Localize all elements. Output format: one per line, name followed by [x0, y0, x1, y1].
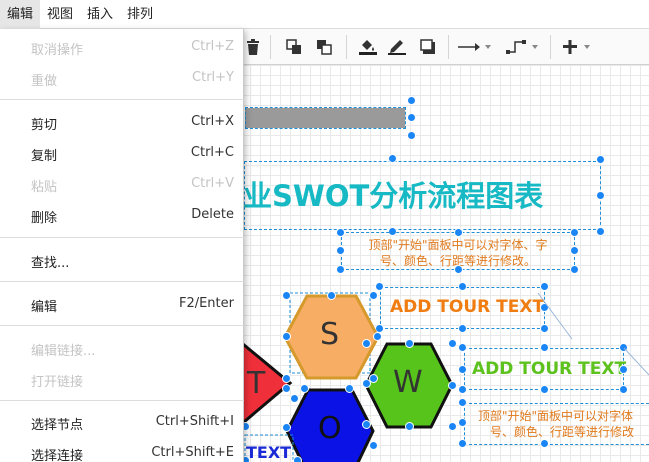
selection-handle[interactable]	[362, 339, 371, 348]
menu-item-shortcut: Ctrl+Shift+I	[155, 414, 234, 429]
selection-handle[interactable]	[282, 423, 291, 432]
delete-icon[interactable]	[244, 36, 262, 58]
hex-s-label: S	[320, 317, 340, 352]
selection-handle[interactable]	[362, 379, 371, 388]
selection-handle[interactable]	[448, 422, 457, 431]
edit-dropdown-menu: 取消操作 Ctrl+Z 重做 Ctrl+Y 剪切 Ctrl+X 复制 Ctrl+…	[0, 29, 244, 462]
menu-item-label: 编辑	[31, 300, 58, 315]
menu-item-select-vertices[interactable]: 选择节点 Ctrl+Shift+I	[0, 409, 244, 437]
menu-item-select-edges[interactable]: 选择连接 Ctrl+Shift+E	[0, 440, 244, 462]
fill-color-icon[interactable]	[358, 36, 378, 58]
menu-item-label: 查找...	[31, 256, 70, 271]
to-front-icon[interactable]	[284, 36, 304, 58]
selection-handle[interactable]	[405, 422, 414, 431]
menu-item-label: 粘贴	[31, 180, 58, 195]
hex-t-label: T	[247, 366, 266, 401]
menu-view[interactable]: 视图	[40, 0, 80, 29]
selection-handle[interactable]	[448, 339, 457, 348]
menubar: 编辑 视图 插入 排列	[0, 0, 649, 29]
menu-item-shortcut: Ctrl+V	[191, 176, 234, 191]
toolbar-separator	[550, 35, 551, 59]
menu-item-label: 打开链接	[31, 375, 84, 390]
menu-divider	[0, 400, 244, 401]
menu-arrange[interactable]: 排列	[120, 0, 160, 29]
selection-handle[interactable]	[282, 384, 291, 393]
menu-item-label: 复制	[31, 149, 58, 164]
selection-handle[interactable]	[369, 441, 378, 450]
menu-item-label: 删除	[31, 211, 58, 226]
selection-handle[interactable]	[293, 456, 302, 462]
menu-insert[interactable]: 插入	[80, 0, 120, 29]
menu-item-label: 重做	[31, 74, 58, 89]
menu-item-label: 选择节点	[31, 418, 84, 433]
menu-item-find[interactable]: 查找...	[0, 247, 244, 275]
selection-handle[interactable]	[448, 381, 457, 390]
menu-item-redo[interactable]: 重做 Ctrl+Y	[0, 65, 244, 93]
menu-divider	[0, 237, 244, 238]
menu-item-paste[interactable]: 粘贴 Ctrl+V	[0, 171, 244, 199]
connection-arrow-icon[interactable]	[458, 36, 492, 58]
menu-item-open-link[interactable]: 打开链接	[0, 366, 244, 394]
menu-item-copy[interactable]: 复制 Ctrl+C	[0, 140, 244, 168]
menu-item-delete[interactable]: 删除 Delete	[0, 202, 244, 230]
toolbar-separator	[270, 35, 271, 59]
menu-divider	[0, 99, 244, 100]
menu-item-label: 剪切	[31, 118, 58, 133]
selection-handle[interactable]	[405, 339, 414, 348]
hex-w-label: W	[393, 365, 423, 400]
waypoints-icon[interactable]	[506, 36, 540, 58]
menu-item-edit-link[interactable]: 编辑链接...	[0, 335, 244, 363]
selection-handle[interactable]	[373, 332, 382, 341]
toolbar-separator	[346, 35, 347, 59]
menu-item-edit[interactable]: 编辑 F2/Enter	[0, 291, 244, 319]
menu-item-shortcut: Ctrl+C	[190, 145, 234, 160]
menu-item-label: 编辑链接...	[31, 344, 96, 359]
menu-divider	[0, 325, 244, 326]
selection-handle[interactable]	[369, 291, 378, 300]
to-back-icon[interactable]	[314, 36, 334, 58]
menu-item-undo[interactable]: 取消操作 Ctrl+Z	[0, 34, 244, 62]
selection-handle[interactable]	[290, 394, 299, 403]
selection-handle[interactable]	[282, 332, 291, 341]
hex-o-label: O	[318, 411, 342, 446]
selection-handle[interactable]	[300, 384, 309, 393]
shadow-icon[interactable]	[418, 36, 438, 58]
menu-divider	[0, 281, 244, 282]
menu-edit[interactable]: 编辑	[0, 0, 41, 29]
selection-handle[interactable]	[345, 384, 354, 393]
menu-item-label: 取消操作	[31, 43, 84, 58]
selection-handle[interactable]	[282, 291, 291, 300]
tour-text-3[interactable]: TEXT	[246, 443, 291, 462]
menu-item-shortcut: Ctrl+Y	[192, 70, 234, 85]
selection-handle[interactable]	[282, 374, 291, 383]
menu-item-cut[interactable]: 剪切 Ctrl+X	[0, 109, 244, 137]
menu-item-shortcut: Ctrl+X	[191, 114, 234, 129]
menu-item-shortcut: Ctrl+Shift+E	[151, 445, 234, 460]
menu-item-label: 选择连接	[31, 449, 84, 462]
toolbar-separator	[448, 35, 449, 59]
menu-item-shortcut: Delete	[191, 207, 234, 222]
menu-item-shortcut: Ctrl+Z	[191, 39, 234, 54]
selection-handle[interactable]	[362, 420, 371, 429]
selection-handle[interactable]	[327, 291, 336, 300]
line-color-icon[interactable]	[387, 36, 407, 58]
menu-item-shortcut: F2/Enter	[178, 296, 234, 311]
insert-plus-icon[interactable]	[562, 36, 596, 58]
